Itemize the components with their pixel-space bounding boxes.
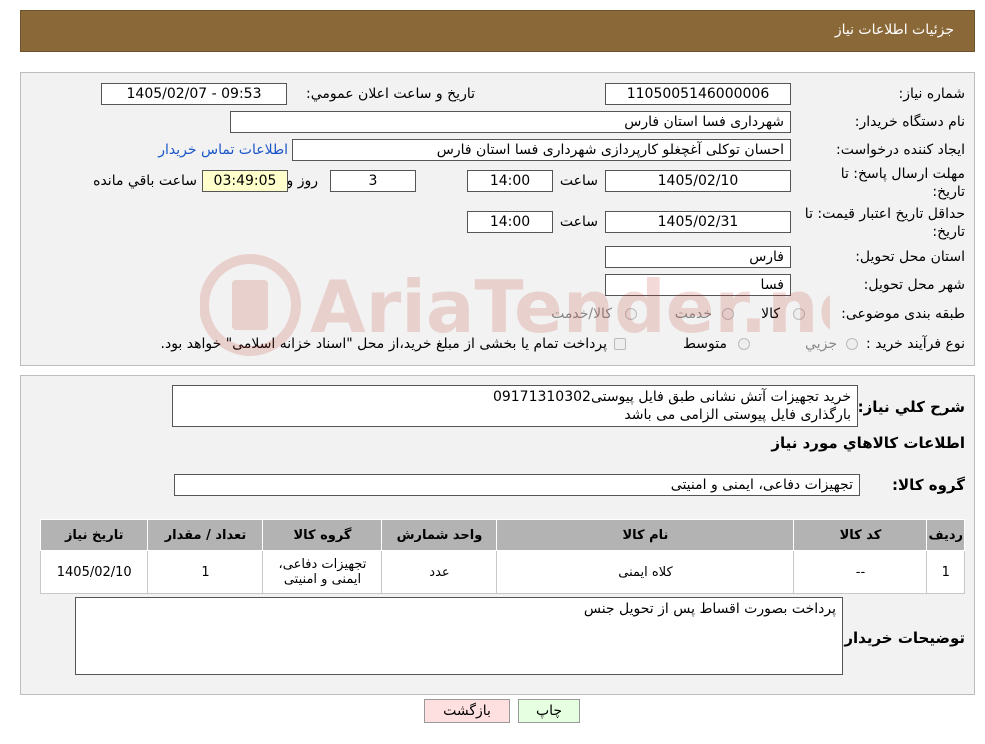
category-radio-service[interactable]: [722, 308, 734, 320]
process-option-medium: متوسط: [683, 336, 727, 352]
announce-field: 1405/02/07 - 09:53: [101, 83, 287, 105]
deadline-label-date: تاریخ:: [932, 184, 965, 200]
cell-name: کلاه ایمنی: [496, 550, 795, 594]
process-option-minor: جزيي: [805, 336, 837, 352]
cell-unit: عدد: [381, 550, 498, 594]
deadline-time-label: ساعت: [559, 173, 598, 189]
price-valid-time-field: 14:00: [467, 211, 553, 233]
col-row-header: رديف: [926, 519, 965, 551]
process-note: پرداخت تمام یا بخشی از مبلغ خرید،از محل …: [160, 336, 607, 352]
price-valid-date-field: 1405/02/31: [605, 211, 791, 233]
contact-info-link[interactable]: اطلاعات تماس خریدار: [158, 142, 288, 158]
province-label: استان محل تحویل:: [855, 249, 965, 265]
back-button[interactable]: بازگشت: [424, 699, 510, 723]
buyer-notes-text: پرداخت بصورت اقساط پس از تحویل جنس: [583, 601, 836, 617]
price-valid-label-date: تاریخ:: [932, 224, 965, 240]
deadline-time-field: 14:00: [467, 170, 553, 192]
cell-qty: 1: [147, 550, 264, 594]
col-qty-header: تعداد / مقدار: [147, 519, 264, 551]
need-number-label: شماره نیاز:: [898, 86, 966, 102]
summary-line-2: بارگذاری فایل پیوستی الزامی می باشد: [624, 407, 851, 423]
payment-checkbox[interactable]: [614, 338, 626, 350]
category-radio-goods-service[interactable]: [625, 308, 637, 320]
cell-date: 1405/02/10: [39, 550, 149, 594]
category-option-service: خدمت: [674, 306, 712, 322]
category-label: طبقه بندی موضوعی:: [841, 306, 965, 322]
buyer-notes-textarea[interactable]: پرداخت بصورت اقساط پس از تحویل جنس: [75, 597, 843, 675]
table-row: 1 -- کلاه ایمنی عدد تجهیزات دفاعی، ایمنی…: [39, 550, 965, 594]
city-label: شهر محل تحویل:: [863, 277, 965, 293]
creator-label: ایجاد کننده درخواست:: [836, 142, 965, 158]
price-valid-label: حداقل تاریخ اعتبار قیمت: تا: [804, 206, 965, 222]
announce-label: تاریخ و ساعت اعلان عمومي:: [306, 86, 475, 102]
need-number-field: 1105005146000006: [605, 83, 791, 105]
page-title: جزئیات اطلاعات نیاز: [834, 22, 954, 38]
goods-info-title: اطلاعات کالاهاي مورد نياز: [771, 434, 965, 452]
goods-group-label: گروه کالا:: [892, 476, 965, 494]
buyer-org-field: شهرداری فسا استان فارس: [230, 111, 791, 133]
category-option-goods-service: کالا/خدمت: [551, 306, 612, 322]
remaining-label: ساعت باقي مانده: [93, 173, 197, 189]
category-radio-goods[interactable]: [793, 308, 805, 320]
summary-line-1: خرید تجهیزات آتش نشانی طبق فایل پیوستی09…: [492, 389, 851, 405]
buyer-notes-label: توضیحات خریدار:: [838, 629, 965, 647]
col-group-header: گروه کالا: [262, 519, 383, 551]
category-option-goods: کالا: [761, 306, 780, 322]
buyer-org-label: نام دستگاه خریدار:: [854, 114, 965, 130]
items-table: رديف کد کالا نام کالا واحد شمارش گروه کا…: [39, 519, 965, 594]
remaining-time-field: 03:49:05: [202, 170, 288, 192]
days-field: 3: [330, 170, 416, 192]
goods-group-field: تجهیزات دفاعی، ایمنی و امنیتی: [174, 474, 860, 496]
page-header: جزئیات اطلاعات نیاز: [20, 10, 975, 52]
days-label: روز و: [286, 173, 319, 189]
creator-field: احسان توکلی آغچغلو کارپردازی شهرداری فسا…: [292, 139, 791, 161]
process-radio-medium[interactable]: [738, 338, 750, 350]
cell-group: تجهیزات دفاعی، ایمنی و امنیتی: [262, 550, 383, 594]
cell-code: --: [793, 550, 928, 594]
city-field: فسا: [605, 274, 791, 296]
price-valid-time-label: ساعت: [559, 214, 598, 230]
deadline-label: مهلت ارسال پاسخ: تا: [840, 166, 965, 182]
col-name-header: نام کالا: [496, 519, 795, 551]
process-radio-minor[interactable]: [846, 338, 858, 350]
col-code-header: کد کالا: [793, 519, 928, 551]
cell-row: 1: [926, 550, 965, 594]
summary-textarea[interactable]: خرید تجهیزات آتش نشانی طبق فایل پیوستی09…: [172, 385, 858, 427]
col-date-header: تاریخ نیاز: [39, 519, 149, 551]
process-label: نوع فرآیند خرید :: [866, 336, 965, 352]
province-field: فارس: [605, 246, 791, 268]
col-unit-header: واحد شمارش: [381, 519, 498, 551]
summary-label: شرح کلي نياز:: [857, 398, 965, 416]
deadline-date-field: 1405/02/10: [605, 170, 791, 192]
print-button[interactable]: چاپ: [518, 699, 580, 723]
items-table-header: رديف کد کالا نام کالا واحد شمارش گروه کا…: [39, 519, 965, 551]
